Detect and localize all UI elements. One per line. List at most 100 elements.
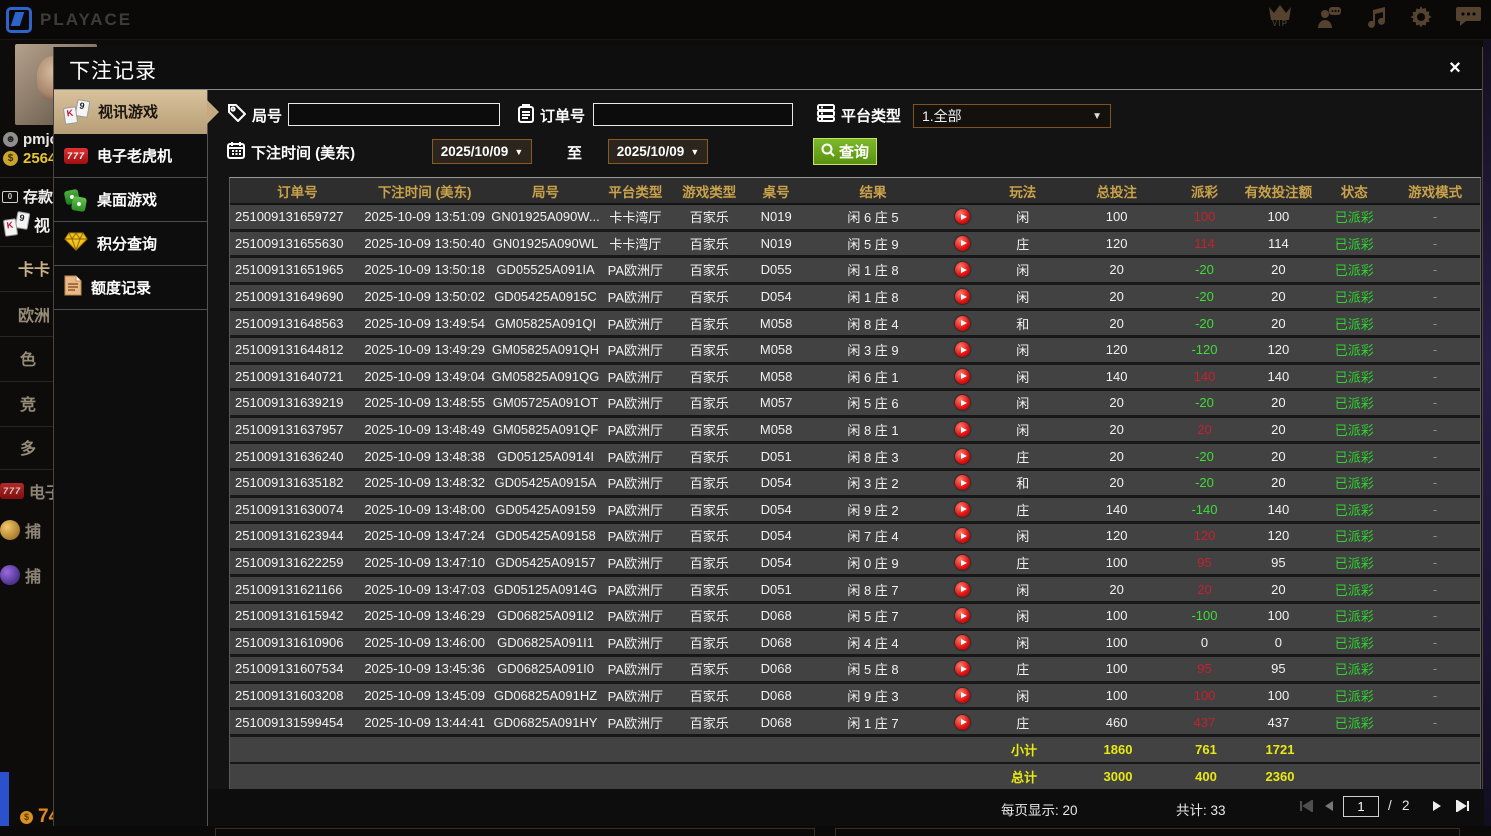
menu-item-live-games[interactable]: 9K 视讯游戏 — [54, 90, 219, 134]
cell-table-number: D051 — [760, 581, 792, 597]
replay-play-icon[interactable] — [955, 262, 971, 278]
col-table: 桌号 — [762, 184, 790, 200]
cell-result: 闲 0 庄 9 — [847, 556, 899, 572]
replay-play-icon[interactable] — [955, 528, 971, 544]
replay-play-icon[interactable] — [955, 555, 971, 571]
replay-play-icon[interactable] — [955, 661, 971, 677]
cell-bet-time: 2025-10-09 13:47:10 — [364, 555, 486, 571]
replay-play-icon[interactable] — [955, 315, 971, 331]
cell-platform: 卡卡湾厅 — [609, 236, 662, 252]
table-row: 251009131639219 2025-10-09 13:48:55 GM05… — [230, 391, 1480, 418]
replay-play-icon[interactable] — [955, 235, 971, 251]
dialog-title: 下注记录 — [69, 60, 157, 83]
cell-platform: PA欧洲厅 — [607, 715, 664, 731]
close-icon[interactable]: × — [1444, 57, 1466, 79]
cell-table-number: D054 — [760, 501, 792, 517]
cell-table-number: D054 — [760, 528, 792, 544]
replay-play-icon[interactable] — [955, 634, 971, 650]
deposit-label: 0 存款 — [2, 186, 53, 207]
cell-status: 已派彩 — [1334, 236, 1374, 252]
top-app-bar: PLAYACE VIP — [0, 0, 1491, 40]
fish-gold-icon — [0, 520, 20, 540]
cell-round-number: GM05725A091OT — [492, 395, 599, 411]
cell-payout: -20 — [1195, 448, 1214, 464]
cell-payout: 100 — [1193, 209, 1216, 225]
table-row: 251009131610906 2025-10-09 13:46:00 GD06… — [230, 630, 1480, 658]
replay-play-icon[interactable] — [955, 422, 971, 438]
cell-order-number: 251009131648563 — [235, 315, 344, 331]
search-button[interactable]: 查询 — [813, 138, 877, 165]
cell-order-number: 251009131599454 — [235, 714, 344, 730]
cell-bet-method: 和 — [1016, 316, 1030, 332]
cell-game-type: 百家乐 — [689, 449, 729, 465]
date-to-button[interactable]: 2025/10/09 ▼ — [608, 139, 708, 164]
cell-valid-bet: 95 — [1271, 661, 1286, 677]
cell-order-number: 251009131655630 — [235, 235, 344, 251]
replay-play-icon[interactable] — [955, 581, 971, 597]
round-number-input[interactable] — [288, 103, 500, 126]
music-icon[interactable] — [1366, 6, 1386, 28]
menu-item-table-games[interactable]: 桌面游戏 — [54, 178, 207, 222]
cell-total-bet: 20 — [1109, 581, 1124, 597]
cell-round-number: GD05125A0914I — [497, 448, 594, 464]
page-number-input[interactable]: 1 — [1343, 796, 1379, 817]
replay-play-icon[interactable] — [955, 342, 971, 358]
cell-payout: 100 — [1193, 687, 1216, 703]
table-row: 251009131599454 2025-10-09 13:44:41 GD06… — [230, 710, 1480, 737]
balance-label: $ 2564 — [3, 150, 56, 167]
cards-icon: 9K — [2, 211, 31, 237]
next-page-button[interactable] — [1428, 797, 1446, 815]
replay-play-icon[interactable] — [955, 448, 971, 464]
table-row: 251009131630074 2025-10-09 13:48:00 GD05… — [230, 497, 1480, 525]
menu-item-slots[interactable]: 777 电子老虎机 — [54, 134, 207, 178]
order-number-input[interactable] — [593, 103, 793, 126]
last-page-button[interactable] — [1453, 797, 1471, 815]
menu-item-points[interactable]: 积分查询 — [54, 222, 207, 266]
cell-total-bet: 120 — [1105, 342, 1128, 358]
cell-platform: PA欧洲厅 — [607, 316, 664, 332]
replay-play-icon[interactable] — [955, 608, 971, 624]
replay-play-icon[interactable] — [955, 368, 971, 384]
cell-order-number: 251009131637957 — [235, 422, 344, 438]
replay-play-icon[interactable] — [955, 687, 971, 703]
cell-order-number: 251009131649690 — [235, 289, 344, 305]
cell-status: 已派彩 — [1334, 449, 1374, 465]
cell-game-type: 百家乐 — [689, 502, 729, 518]
platform-type-select[interactable]: 1.全部 ▼ — [913, 104, 1111, 128]
replay-play-icon[interactable] — [955, 714, 971, 730]
date-from-button[interactable]: 2025/10/09 ▼ — [432, 139, 532, 164]
menu-item-credit-records[interactable]: 额度记录 — [54, 266, 207, 310]
settings-gear-icon[interactable] — [1410, 5, 1432, 28]
table-row: 251009131622259 2025-10-09 13:47:10 GD05… — [230, 550, 1480, 578]
cell-status: 已派彩 — [1334, 290, 1374, 306]
cell-game-type: 百家乐 — [689, 316, 729, 332]
replay-play-icon[interactable] — [955, 395, 971, 411]
first-page-button[interactable] — [1298, 797, 1316, 815]
customer-service-icon[interactable] — [1316, 6, 1342, 28]
replay-play-icon[interactable] — [955, 209, 971, 225]
col-status: 状态 — [1340, 184, 1368, 200]
cell-order-number: 251009131636240 — [235, 448, 344, 464]
cell-result: 闲 3 庄 9 — [847, 343, 899, 359]
subtotal-label: 小计 — [1010, 742, 1037, 758]
cell-payout: 140 — [1193, 368, 1216, 384]
chat-icon[interactable] — [1456, 6, 1481, 27]
cell-valid-bet: 0 — [1274, 634, 1282, 650]
cell-result: 闲 1 庄 7 — [847, 715, 899, 731]
prev-page-button[interactable] — [1320, 797, 1338, 815]
cell-game-mode: - — [1432, 528, 1438, 544]
cell-round-number: GD06825A091HY — [493, 714, 598, 730]
replay-play-icon[interactable] — [955, 501, 971, 517]
playace-logo[interactable]: PLAYACE — [6, 7, 132, 33]
cell-bet-time: 2025-10-09 13:44:41 — [364, 714, 486, 730]
replay-play-icon[interactable] — [955, 475, 971, 491]
subtotal-valid: 1721 — [1265, 741, 1295, 757]
vip-icon[interactable]: VIP — [1268, 5, 1292, 28]
col-payout: 派彩 — [1190, 184, 1218, 200]
table-row: 251009131640721 2025-10-09 13:49:04 GM05… — [230, 364, 1480, 392]
cell-game-type: 百家乐 — [689, 662, 729, 678]
cell-game-type: 百家乐 — [689, 343, 729, 359]
cell-table-number: D054 — [760, 475, 792, 491]
replay-play-icon[interactable] — [955, 289, 971, 305]
cell-replay — [943, 444, 983, 468]
